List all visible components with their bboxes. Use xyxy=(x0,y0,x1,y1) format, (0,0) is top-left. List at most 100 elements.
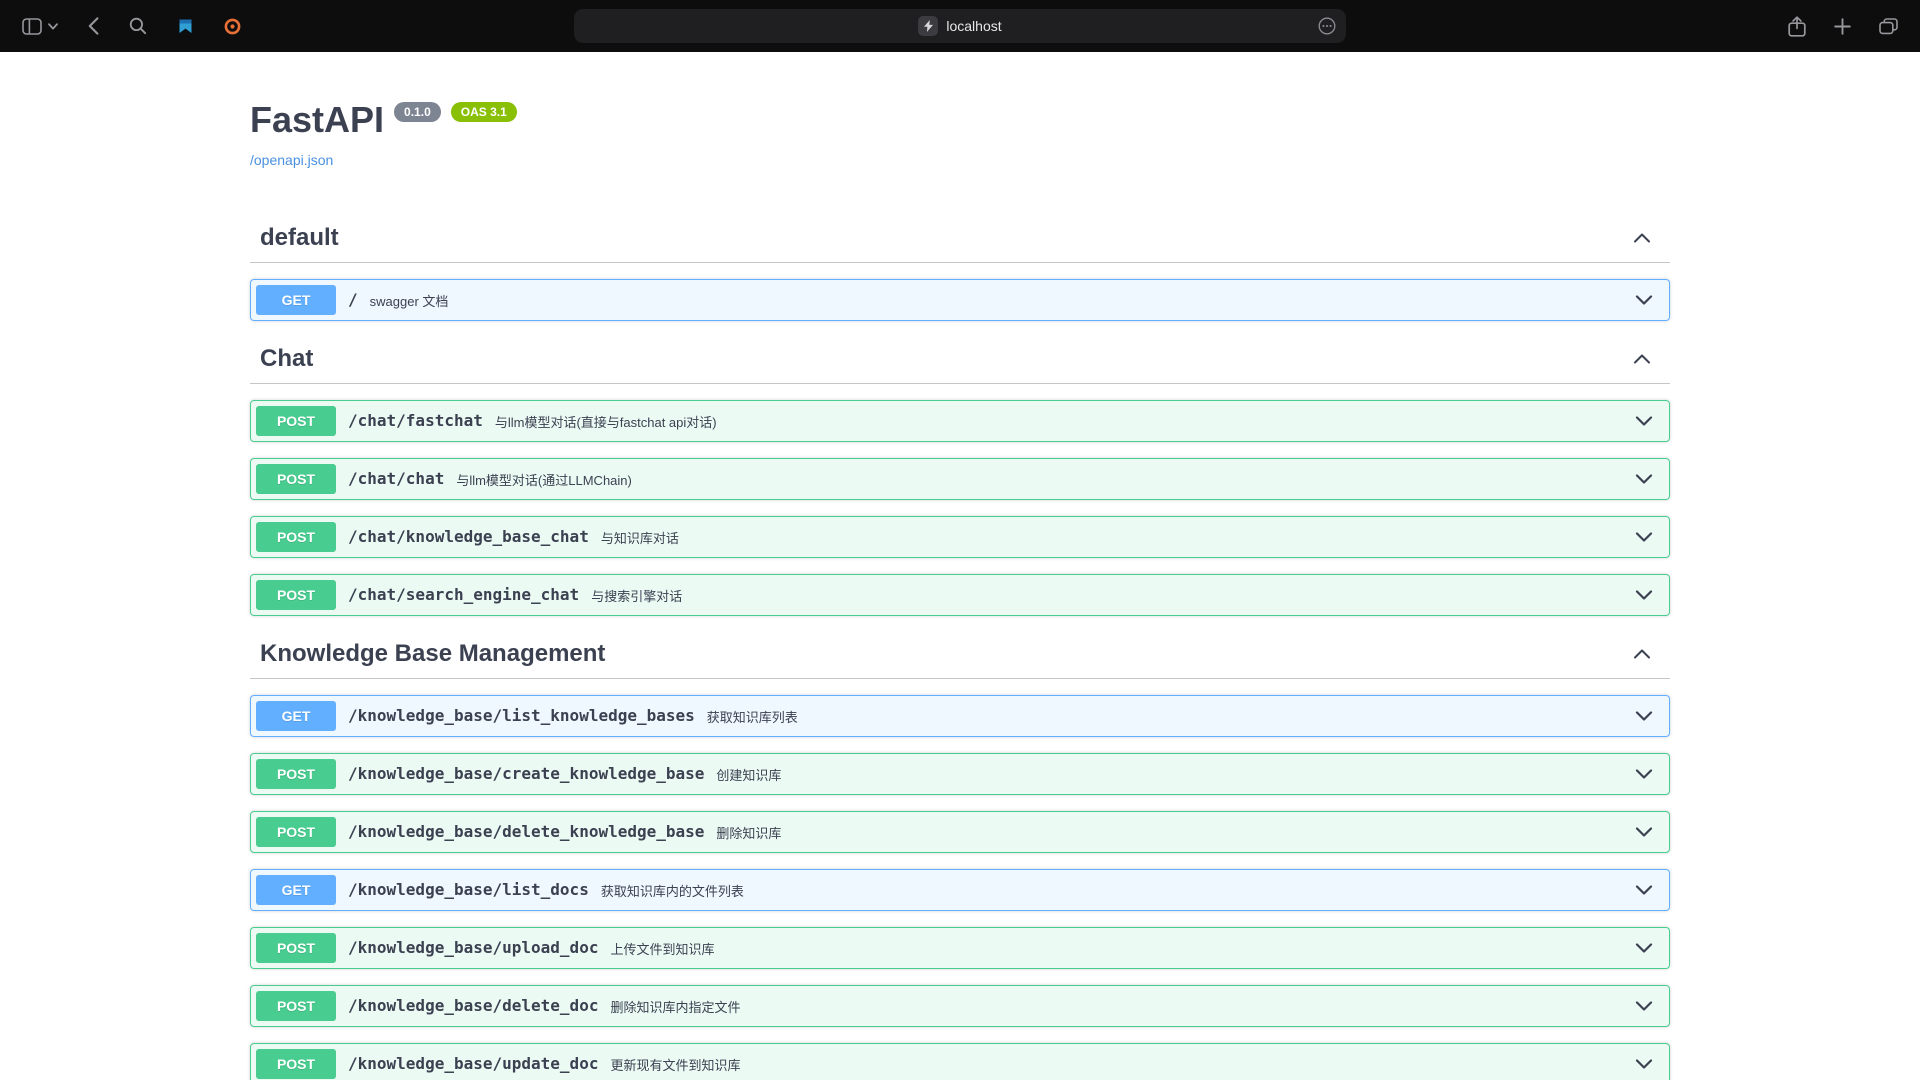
api-sections: default GET / swagger 文档 Chat POST /ch xyxy=(250,216,1670,1080)
operation-expand-chevron-down-icon[interactable] xyxy=(1634,469,1664,489)
operation-summary[interactable]: GET / swagger 文档 xyxy=(251,280,1669,320)
url-bar[interactable]: localhost xyxy=(574,9,1346,43)
api-info: FastAPI 0.1.0 OAS 3.1 /openapi.json xyxy=(250,100,1670,170)
method-badge: GET xyxy=(256,285,336,315)
operation-row: POST /chat/search_engine_chat 与搜索引擎对话 xyxy=(250,574,1670,616)
site-favicon-icon[interactable] xyxy=(918,16,938,36)
operation-summary[interactable]: POST /knowledge_base/delete_knowledge_ba… xyxy=(251,812,1669,852)
operation-description: 删除知识库内指定文件 xyxy=(610,996,1634,1016)
operation-path: /knowledge_base/upload_doc xyxy=(336,938,610,957)
operation-summary[interactable]: POST /chat/search_engine_chat 与搜索引擎对话 xyxy=(251,575,1669,615)
operation-summary[interactable]: GET /knowledge_base/list_knowledge_bases… xyxy=(251,696,1669,736)
operation-row: POST /chat/fastchat 与llm模型对话(直接与fastchat… xyxy=(250,400,1670,442)
operation-summary[interactable]: POST /knowledge_base/delete_doc 删除知识库内指定… xyxy=(251,986,1669,1026)
url-text: localhost xyxy=(946,18,1001,34)
operation-path: /knowledge_base/delete_knowledge_base xyxy=(336,822,716,841)
method-badge: POST xyxy=(256,933,336,963)
method-badge: POST xyxy=(256,817,336,847)
operation-description: 上传文件到知识库 xyxy=(610,938,1634,958)
method-badge: GET xyxy=(256,875,336,905)
operation-description: 删除知识库 xyxy=(716,822,1634,842)
content-wrapper: FastAPI 0.1.0 OAS 3.1 /openapi.json defa… xyxy=(250,52,1670,1080)
operation-summary[interactable]: POST /chat/knowledge_base_chat 与知识库对话 xyxy=(251,517,1669,557)
operation-description: 创建知识库 xyxy=(716,764,1634,784)
operation-summary[interactable]: POST /knowledge_base/update_doc 更新现有文件到知… xyxy=(251,1044,1669,1080)
operation-path: /chat/search_engine_chat xyxy=(336,585,591,604)
operation-summary[interactable]: GET /knowledge_base/list_docs 获取知识库内的文件列… xyxy=(251,870,1669,910)
url-center: localhost xyxy=(918,16,1001,36)
operation-row: GET /knowledge_base/list_docs 获取知识库内的文件列… xyxy=(250,869,1670,911)
api-section: default GET / swagger 文档 xyxy=(250,216,1670,321)
operation-row: POST /knowledge_base/upload_doc 上传文件到知识库 xyxy=(250,927,1670,969)
section-title: Knowledge Base Management xyxy=(260,640,605,668)
section-header[interactable]: Chat xyxy=(250,337,1670,384)
operation-row: POST /knowledge_base/delete_doc 删除知识库内指定… xyxy=(250,985,1670,1027)
page-menu-ellipsis-icon[interactable] xyxy=(1318,17,1336,35)
method-badge: GET xyxy=(256,701,336,731)
toolbar-right-group xyxy=(1788,16,1920,37)
operation-description: 与llm模型对话(直接与fastchat api对话) xyxy=(495,411,1634,431)
operation-description: swagger 文档 xyxy=(370,290,1634,310)
operation-summary[interactable]: POST /knowledge_base/upload_doc 上传文件到知识库 xyxy=(251,928,1669,968)
operation-expand-chevron-down-icon[interactable] xyxy=(1634,1054,1664,1074)
operation-expand-chevron-down-icon[interactable] xyxy=(1634,822,1664,842)
operation-path: /chat/knowledge_base_chat xyxy=(336,527,601,546)
operation-path: /knowledge_base/update_doc xyxy=(336,1054,610,1073)
version-badge: 0.1.0 xyxy=(394,102,441,122)
method-badge: POST xyxy=(256,522,336,552)
method-badge: POST xyxy=(256,580,336,610)
method-badge: POST xyxy=(256,464,336,494)
page-title: FastAPI 0.1.0 OAS 3.1 xyxy=(250,100,1670,140)
sidebar-chevron-down-icon[interactable] xyxy=(48,23,58,30)
operation-expand-chevron-down-icon[interactable] xyxy=(1634,996,1664,1016)
operation-path: /knowledge_base/list_docs xyxy=(336,880,601,899)
api-title-text: FastAPI xyxy=(250,100,384,140)
operation-expand-chevron-down-icon[interactable] xyxy=(1634,938,1664,958)
back-icon[interactable] xyxy=(88,17,99,35)
operation-summary[interactable]: POST /knowledge_base/create_knowledge_ba… xyxy=(251,754,1669,794)
operation-list: POST /chat/fastchat 与llm模型对话(直接与fastchat… xyxy=(250,400,1670,616)
operation-path: /knowledge_base/delete_doc xyxy=(336,996,610,1015)
search-icon[interactable] xyxy=(129,17,147,35)
section-collapse-chevron-up-icon[interactable] xyxy=(1632,349,1652,369)
section-header[interactable]: default xyxy=(250,216,1670,263)
operation-summary[interactable]: POST /chat/fastchat 与llm模型对话(直接与fastchat… xyxy=(251,401,1669,441)
operation-description: 与知识库对话 xyxy=(601,527,1634,547)
api-section: Knowledge Base Management GET /knowledge… xyxy=(250,632,1670,1080)
operation-description: 更新现有文件到知识库 xyxy=(610,1054,1634,1074)
operation-expand-chevron-down-icon[interactable] xyxy=(1634,880,1664,900)
operation-description: 与搜索引擎对话 xyxy=(591,585,1634,605)
new-tab-icon[interactable] xyxy=(1834,18,1851,35)
method-badge: POST xyxy=(256,406,336,436)
operation-path: /chat/chat xyxy=(336,469,456,488)
operation-expand-chevron-down-icon[interactable] xyxy=(1634,411,1664,431)
section-collapse-chevron-up-icon[interactable] xyxy=(1632,228,1652,248)
oas-badge: OAS 3.1 xyxy=(451,102,517,122)
operation-row: POST /chat/chat 与llm模型对话(通过LLMChain) xyxy=(250,458,1670,500)
operation-expand-chevron-down-icon[interactable] xyxy=(1634,585,1664,605)
browser-toolbar: localhost xyxy=(0,0,1920,52)
toolbar-left-group xyxy=(0,17,241,35)
method-badge: POST xyxy=(256,1049,336,1079)
operation-list: GET /knowledge_base/list_knowledge_bases… xyxy=(250,695,1670,1080)
section-collapse-chevron-up-icon[interactable] xyxy=(1632,644,1652,664)
operation-row: GET / swagger 文档 xyxy=(250,279,1670,321)
tab-overview-icon[interactable] xyxy=(1879,18,1898,35)
operation-expand-chevron-down-icon[interactable] xyxy=(1634,706,1664,726)
operation-expand-chevron-down-icon[interactable] xyxy=(1634,527,1664,547)
extension-orange-icon[interactable] xyxy=(224,18,241,35)
share-icon[interactable] xyxy=(1788,16,1806,37)
operation-path: /chat/fastchat xyxy=(336,411,495,430)
openapi-spec-link[interactable]: /openapi.json xyxy=(250,152,333,168)
operation-summary[interactable]: POST /chat/chat 与llm模型对话(通过LLMChain) xyxy=(251,459,1669,499)
operation-path: /knowledge_base/list_knowledge_bases xyxy=(336,706,707,725)
operation-row: POST /chat/knowledge_base_chat 与知识库对话 xyxy=(250,516,1670,558)
operation-expand-chevron-down-icon[interactable] xyxy=(1634,290,1664,310)
operation-expand-chevron-down-icon[interactable] xyxy=(1634,764,1664,784)
method-badge: POST xyxy=(256,991,336,1021)
api-section: Chat POST /chat/fastchat 与llm模型对话(直接与fas… xyxy=(250,337,1670,616)
section-header[interactable]: Knowledge Base Management xyxy=(250,632,1670,679)
extension-blue-icon[interactable] xyxy=(177,18,194,35)
section-title: default xyxy=(260,224,339,252)
sidebar-toggle-icon[interactable] xyxy=(22,18,42,35)
